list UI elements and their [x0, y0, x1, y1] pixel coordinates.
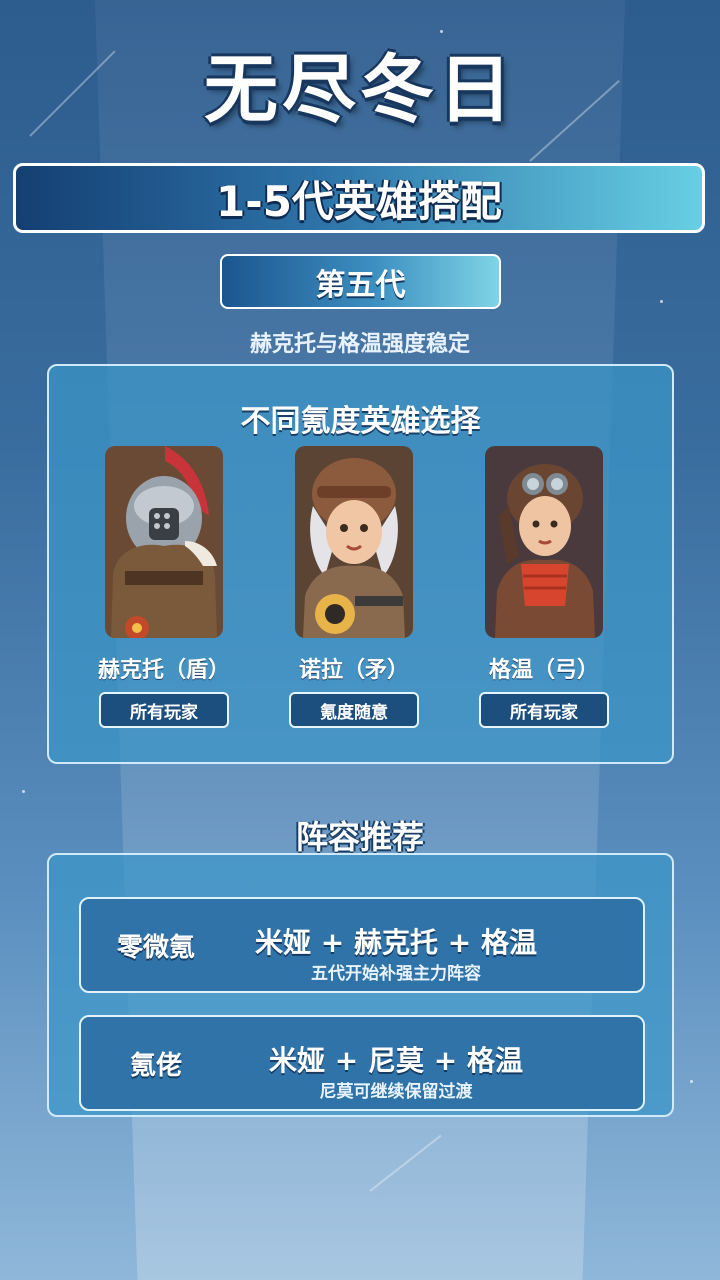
star-decoration	[660, 300, 663, 303]
hero-name: 格温（弓）	[488, 658, 599, 683]
hero-selection-panel: 不同氪度英雄选择 赫克托（盾） 所有玩家 诺拉（矛） 氪度随意 格温（弓） 所有…	[47, 364, 674, 764]
lineup-combo: 米娅 + 尼莫 + 格温	[269, 1044, 523, 1077]
lineup-heading: 阵容推荐	[295, 818, 424, 856]
aviator-rider-portrait	[295, 446, 413, 638]
hero-name: 诺拉（矛）	[298, 658, 409, 683]
star-decoration	[22, 790, 25, 793]
hero-tier-badge: 所有玩家	[479, 692, 609, 728]
lineup-tier-label: 氪佬	[129, 1051, 182, 1081]
hero-card-gwen[interactable]: 格温（弓） 所有玩家	[449, 446, 639, 728]
tab-label: 第五代	[315, 267, 406, 303]
hero-card-hector[interactable]: 赫克托（盾） 所有玩家	[69, 446, 259, 728]
star-decoration	[690, 1080, 693, 1083]
page-title: 无尽冬日	[204, 47, 516, 133]
lineup-row-free[interactable]: 零微氪 米娅 + 赫克托 + 格温 五代开始补强主力阵容	[79, 897, 645, 993]
lineup-note: 五代开始补强主力阵容	[311, 964, 481, 984]
lineup-row-whale[interactable]: 氪佬 米娅 + 尼莫 + 格温 尼莫可继续保留过渡	[79, 1015, 645, 1111]
hero-card-nora[interactable]: 诺拉（矛） 氪度随意	[259, 446, 449, 728]
hero-name: 赫克托（盾）	[97, 658, 230, 683]
hero-tier-badge: 所有玩家	[99, 692, 229, 728]
goggles-pilot-portrait	[485, 446, 603, 638]
lineup-panel: 零微氪 米娅 + 赫克托 + 格温 五代开始补强主力阵容 氪佬 米娅 + 尼莫 …	[47, 853, 674, 1117]
lineup-note: 尼莫可继续保留过渡	[319, 1082, 473, 1102]
gladiator-helmet-portrait	[105, 446, 223, 638]
generation-subtitle: 赫克托与格温强度稳定	[249, 332, 470, 357]
banner-label: 1-5代英雄搭配	[216, 176, 502, 226]
lineup-tier-label: 零微氪	[116, 933, 195, 963]
hero-tier-badge: 氪度随意	[289, 692, 419, 728]
generation-range-banner: 1-5代英雄搭配	[13, 163, 705, 233]
tab-fifth-generation[interactable]: 第五代	[220, 254, 501, 309]
lineup-combo: 米娅 + 赫克托 + 格温	[255, 926, 537, 959]
hero-panel-title: 不同氪度英雄选择	[240, 404, 481, 439]
